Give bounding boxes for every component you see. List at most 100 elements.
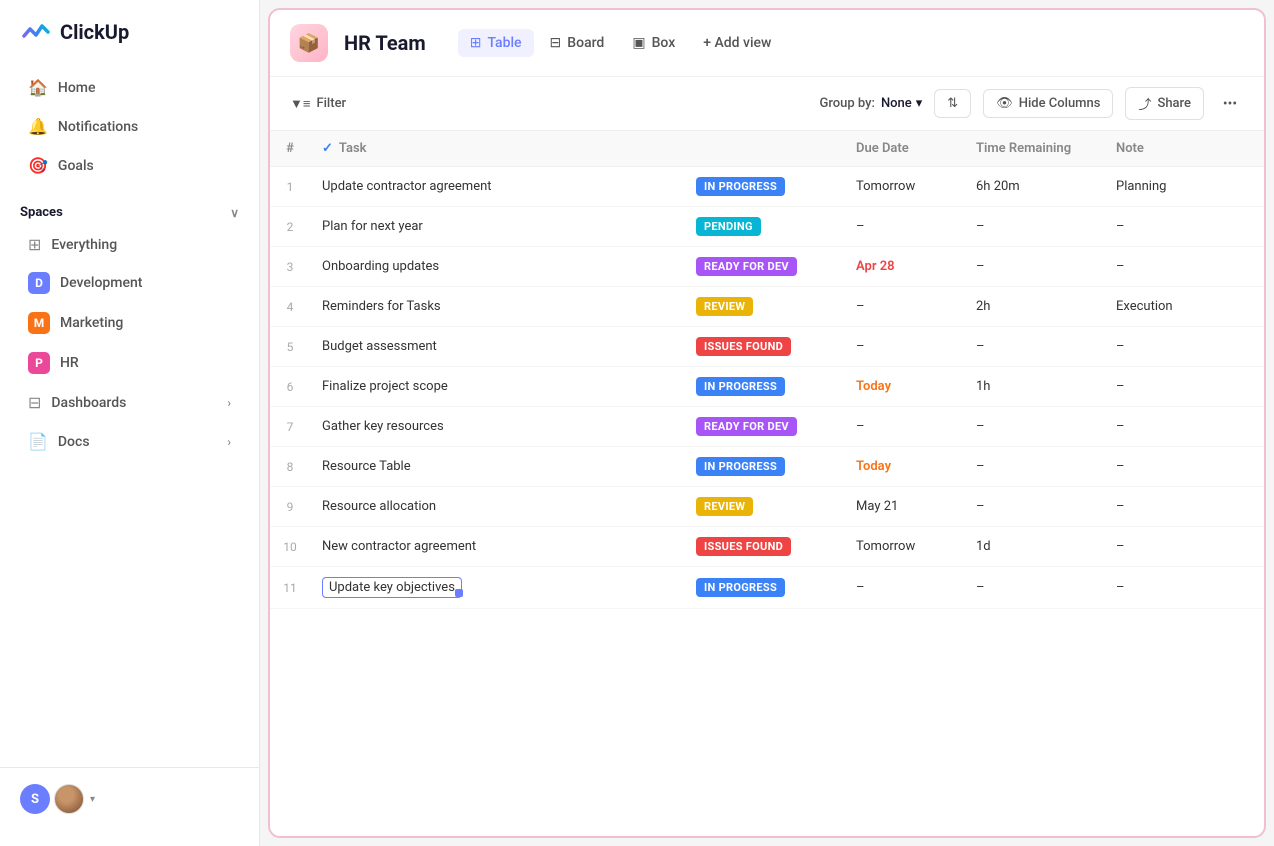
- cell-time-remaining: –: [964, 327, 1104, 367]
- cell-status[interactable]: IN PROGRESS: [684, 367, 844, 407]
- docs-chevron-icon: ›: [227, 435, 231, 449]
- cell-due-date: Today: [844, 367, 964, 407]
- tab-board[interactable]: ⊟ Board: [538, 29, 617, 57]
- hide-columns-icon: 👁: [996, 96, 1013, 111]
- sidebar-item-docs[interactable]: 📄 Docs ›: [8, 423, 251, 460]
- more-options-button[interactable]: •••: [1216, 90, 1244, 118]
- spaces-section-header: Spaces ∨: [0, 193, 259, 226]
- status-badge: REVIEW: [696, 297, 753, 316]
- sidebar-item-notifications[interactable]: 🔔 Notifications: [8, 108, 251, 145]
- board-tab-icon: ⊟: [550, 35, 562, 51]
- cell-time-remaining: –: [964, 447, 1104, 487]
- table-row[interactable]: 7Gather key resourcesREADY FOR DEV–––: [270, 407, 1264, 447]
- cell-task-name[interactable]: Reminders for Tasks: [310, 287, 684, 327]
- sidebar-item-home[interactable]: 🏠 Home: [8, 69, 251, 106]
- hide-columns-label: Hide Columns: [1019, 96, 1101, 111]
- user-avatar-stack[interactable]: S ▾: [20, 784, 95, 814]
- task-check-icon: ✓: [322, 141, 333, 156]
- share-button[interactable]: ⤴ Share: [1125, 87, 1204, 120]
- share-icon: ⤴: [1138, 94, 1151, 113]
- cell-status[interactable]: REVIEW: [684, 487, 844, 527]
- tab-board-label: Board: [567, 35, 604, 51]
- table-row[interactable]: 6Finalize project scopeIN PROGRESSToday1…: [270, 367, 1264, 407]
- table-row[interactable]: 3Onboarding updatesREADY FOR DEVApr 28––: [270, 247, 1264, 287]
- status-badge: IN PROGRESS: [696, 377, 785, 396]
- group-by-value[interactable]: None ▾: [881, 96, 922, 111]
- cell-due-date: May 21: [844, 487, 964, 527]
- cell-note: –: [1104, 487, 1264, 527]
- table-row[interactable]: 2Plan for next yearPENDING–––: [270, 207, 1264, 247]
- sidebar: ClickUp 🏠 Home 🔔 Notifications 🎯 Goals S…: [0, 0, 260, 846]
- table-row[interactable]: 9Resource allocationREVIEWMay 21––: [270, 487, 1264, 527]
- cell-task-name[interactable]: Budget assessment: [310, 327, 684, 367]
- cell-row-num: 11: [270, 567, 310, 609]
- filter-label: Filter: [316, 96, 346, 111]
- cell-status[interactable]: ISSUES FOUND: [684, 327, 844, 367]
- sidebar-item-goals[interactable]: 🎯 Goals: [8, 147, 251, 184]
- cell-task-name[interactable]: Plan for next year: [310, 207, 684, 247]
- spaces-label: Spaces: [20, 205, 63, 220]
- cell-status[interactable]: READY FOR DEV: [684, 247, 844, 287]
- sort-icon: ⇅: [947, 96, 958, 111]
- development-badge: D: [28, 272, 50, 294]
- sidebar-marketing-label: Marketing: [60, 315, 123, 331]
- cell-note: –: [1104, 207, 1264, 247]
- cell-status[interactable]: IN PROGRESS: [684, 567, 844, 609]
- everything-icon: ⊞: [28, 235, 41, 254]
- box-tab-icon: ▣: [632, 35, 645, 51]
- cell-status[interactable]: PENDING: [684, 207, 844, 247]
- table-row[interactable]: 10New contractor agreementISSUES FOUNDTo…: [270, 527, 1264, 567]
- table-row[interactable]: 11Update key objectivesIN PROGRESS–––: [270, 567, 1264, 609]
- cell-note: –: [1104, 367, 1264, 407]
- cell-due-date: Tomorrow: [844, 167, 964, 207]
- cell-task-name[interactable]: Resource Table: [310, 447, 684, 487]
- sidebar-bottom: S ▾: [0, 767, 259, 830]
- sidebar-item-everything[interactable]: ⊞ Everything: [8, 227, 251, 262]
- cell-time-remaining: 2h: [964, 287, 1104, 327]
- sidebar-item-dashboards[interactable]: ⊟ Dashboards ›: [8, 384, 251, 421]
- cell-status[interactable]: ISSUES FOUND: [684, 527, 844, 567]
- cell-row-num: 2: [270, 207, 310, 247]
- cell-task-name[interactable]: Gather key resources: [310, 407, 684, 447]
- avatar-photo: [54, 784, 84, 814]
- goals-icon: 🎯: [28, 156, 48, 175]
- cell-row-num: 1: [270, 167, 310, 207]
- filter-icon: ▼≡: [290, 96, 310, 112]
- sidebar-item-marketing[interactable]: M Marketing: [8, 304, 251, 342]
- cell-status[interactable]: IN PROGRESS: [684, 447, 844, 487]
- cell-task-name[interactable]: Resource allocation: [310, 487, 684, 527]
- cell-task-name[interactable]: Update key objectives: [310, 567, 684, 609]
- cell-task-name[interactable]: New contractor agreement: [310, 527, 684, 567]
- table-header-row: # ✓ Task Due Date Time Remaining Note: [270, 131, 1264, 167]
- group-by-value-text: None: [881, 96, 912, 111]
- sidebar-item-hr[interactable]: P HR: [8, 344, 251, 382]
- hide-columns-button[interactable]: 👁 Hide Columns: [983, 89, 1113, 118]
- tab-box[interactable]: ▣ Box: [620, 29, 687, 57]
- sort-button[interactable]: ⇅: [934, 89, 971, 118]
- user-menu-chevron-icon[interactable]: ▾: [90, 794, 95, 805]
- tab-table[interactable]: ⊞ Table: [458, 29, 534, 57]
- table-row[interactable]: 4Reminders for TasksREVIEW–2hExecution: [270, 287, 1264, 327]
- sidebar-item-development[interactable]: D Development: [8, 264, 251, 302]
- cell-status[interactable]: READY FOR DEV: [684, 407, 844, 447]
- cell-task-name[interactable]: Update contractor agreement: [310, 167, 684, 207]
- cell-task-name[interactable]: Finalize project scope: [310, 367, 684, 407]
- filter-button[interactable]: ▼≡ Filter: [290, 96, 346, 112]
- cell-row-num: 5: [270, 327, 310, 367]
- cell-time-remaining: 1h: [964, 367, 1104, 407]
- cell-note: Planning: [1104, 167, 1264, 207]
- logo-area: ClickUp: [0, 16, 259, 68]
- cell-status[interactable]: IN PROGRESS: [684, 167, 844, 207]
- spaces-chevron-icon[interactable]: ∨: [230, 206, 239, 220]
- top-bar: 📦 HR Team ⊞ Table ⊟ Board ▣ Box + Add vi…: [270, 10, 1264, 77]
- add-view-button[interactable]: + Add view: [691, 29, 783, 57]
- group-by-control: Group by: None ▾: [819, 96, 922, 111]
- cell-due-date: –: [844, 327, 964, 367]
- sidebar-dashboards-label: Dashboards: [51, 395, 126, 411]
- cell-time-remaining: 6h 20m: [964, 167, 1104, 207]
- cell-task-name[interactable]: Onboarding updates: [310, 247, 684, 287]
- table-row[interactable]: 1Update contractor agreementIN PROGRESST…: [270, 167, 1264, 207]
- table-row[interactable]: 8Resource TableIN PROGRESSToday––: [270, 447, 1264, 487]
- cell-status[interactable]: REVIEW: [684, 287, 844, 327]
- table-row[interactable]: 5Budget assessmentISSUES FOUND–––: [270, 327, 1264, 367]
